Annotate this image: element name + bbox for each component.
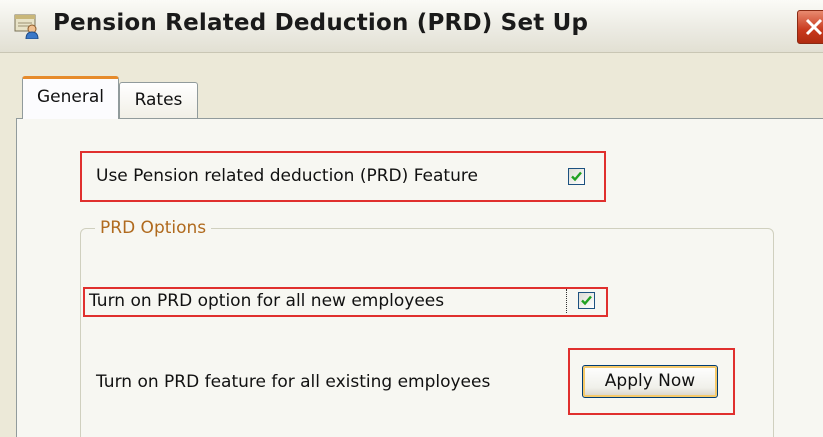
new-employees-checkbox[interactable] [578, 292, 595, 309]
window-title: Pension Related Deduction (PRD) Set Up [53, 10, 589, 36]
close-button[interactable] [797, 10, 823, 44]
tab-rates[interactable]: Rates [119, 82, 198, 119]
use-prd-feature-label: Use Pension related deduction (PRD) Feat… [96, 166, 478, 186]
title-bar[interactable]: Pension Related Deduction (PRD) Set Up [0, 0, 823, 53]
checkmark-icon [581, 295, 592, 306]
prd-options-group-title: PRD Options [95, 218, 212, 238]
checkmark-icon [571, 171, 582, 182]
focus-indicator [566, 289, 570, 313]
prd-setup-window: Pension Related Deduction (PRD) Set Up R… [0, 0, 823, 437]
apply-now-button[interactable]: Apply Now [582, 365, 718, 398]
use-prd-feature-checkbox[interactable] [568, 168, 585, 185]
existing-employees-label: Turn on PRD feature for all existing emp… [96, 372, 491, 392]
new-employees-label: Turn on PRD option for all new employees [89, 291, 445, 311]
people-settings-icon [14, 13, 40, 40]
tab-general[interactable]: General [22, 76, 119, 119]
